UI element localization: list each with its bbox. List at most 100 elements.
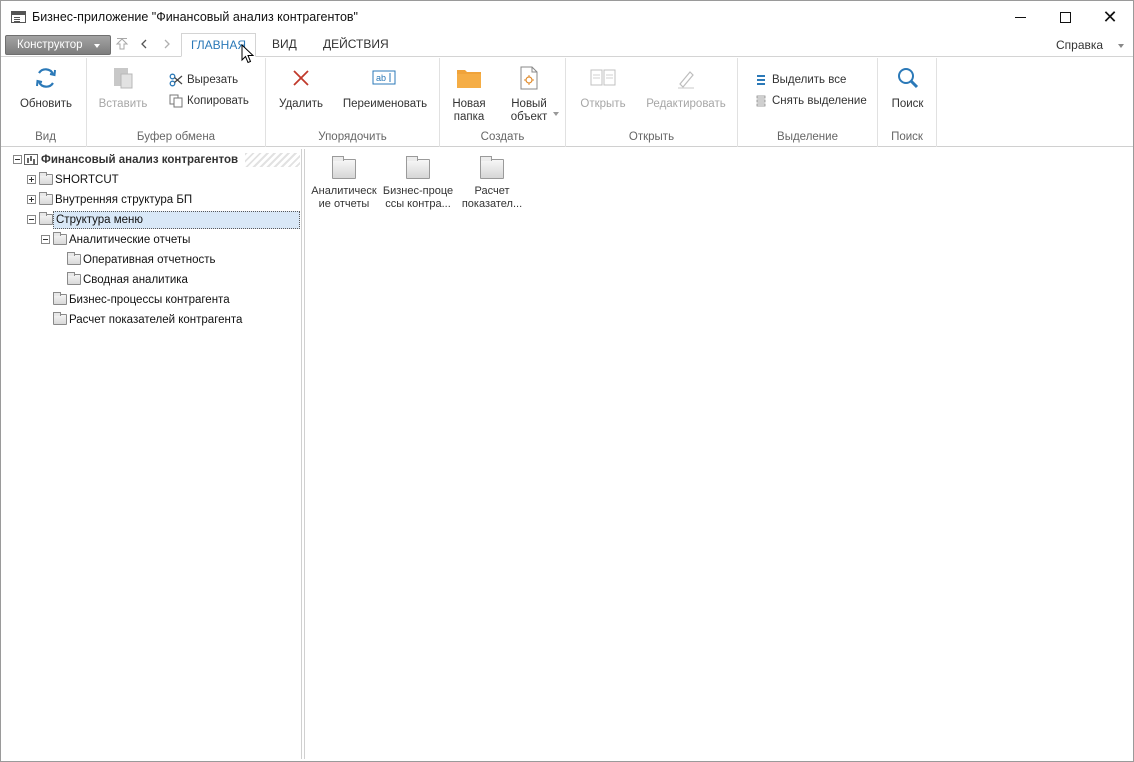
rename-label: Переименовать bbox=[342, 98, 428, 110]
edit-button[interactable]: Редактировать bbox=[642, 64, 730, 111]
content-tile-indicator-calculation[interactable]: Расчет показател... bbox=[455, 155, 529, 211]
group-label-search: Поиск bbox=[891, 131, 923, 143]
content-tile-analytic-reports[interactable]: Аналитическ ие отчеты bbox=[307, 155, 381, 211]
refresh-icon bbox=[32, 64, 60, 92]
search-icon bbox=[894, 64, 922, 92]
close-button[interactable]: ✕ bbox=[1087, 1, 1133, 33]
folder-icon bbox=[67, 272, 81, 285]
open-label: Открыть bbox=[580, 98, 626, 110]
tree-item-label: Структура меню bbox=[53, 211, 300, 229]
folder-icon bbox=[39, 212, 53, 225]
svg-text:ab: ab bbox=[376, 73, 386, 83]
group-label-view: Вид bbox=[35, 131, 56, 143]
group-label-organize: Упорядочить bbox=[318, 131, 387, 143]
ribbon: Обновить Вид Вставить Вырезать Копироват… bbox=[1, 58, 1133, 147]
collapse-icon[interactable] bbox=[27, 215, 36, 224]
tab-view[interactable]: ВИД bbox=[260, 33, 309, 57]
expand-icon[interactable] bbox=[27, 175, 36, 184]
tree-item-summary-analytics[interactable]: Сводная аналитика bbox=[5, 270, 300, 290]
new-object-label-2: объект bbox=[510, 111, 548, 123]
cut-label: Вырезать bbox=[187, 74, 239, 86]
ribbon-group-organize: Удалить ab Переименовать Упорядочить bbox=[266, 58, 440, 147]
refresh-button[interactable]: Обновить bbox=[15, 64, 77, 111]
open-button[interactable]: Открыть bbox=[572, 64, 634, 111]
tree-item-internal-structure[interactable]: Внутренняя структура БП bbox=[5, 190, 300, 210]
new-folder-label-2: папка bbox=[453, 111, 485, 123]
tree-item-analytic-reports[interactable]: Аналитические отчеты bbox=[5, 230, 300, 250]
new-object-label-1: Новый bbox=[511, 98, 547, 110]
minimize-button[interactable] bbox=[997, 1, 1043, 33]
paste-button[interactable]: Вставить bbox=[93, 64, 153, 111]
folder-icon bbox=[406, 156, 430, 179]
tree-root[interactable]: Финансовый анализ контрагентов bbox=[5, 150, 300, 170]
deselect-icon bbox=[754, 94, 768, 108]
collapse-icon[interactable] bbox=[41, 235, 50, 244]
arrow-up-icon[interactable] bbox=[114, 37, 130, 53]
chevron-down-icon[interactable] bbox=[553, 112, 559, 116]
copy-button[interactable]: Копировать bbox=[169, 93, 249, 109]
tab-actions[interactable]: ДЕЙСТВИЯ bbox=[311, 33, 401, 57]
paste-label: Вставить bbox=[98, 98, 148, 110]
root-hatch-decoration bbox=[245, 153, 300, 167]
select-all-label: Выделить все bbox=[772, 74, 847, 86]
title-bar: Бизнес-приложение "Финансовый анализ кон… bbox=[1, 1, 1133, 33]
constructor-menu-button[interactable]: Конструктор bbox=[5, 35, 111, 55]
folder-icon bbox=[332, 156, 356, 179]
help-menu[interactable]: Справка bbox=[1056, 38, 1103, 52]
open-book-icon bbox=[589, 64, 617, 92]
tile-label-line-2: ссы контра... bbox=[385, 198, 451, 210]
ribbon-group-search: Поиск Поиск bbox=[878, 58, 937, 147]
tile-label-line-2: ие отчеты bbox=[318, 198, 370, 210]
tree-root-label: Финансовый анализ контрагентов bbox=[41, 154, 239, 166]
content-tile-business-processes[interactable]: Бизнес-проце ссы контра... bbox=[381, 155, 455, 211]
constructor-label: Конструктор bbox=[17, 39, 83, 51]
copy-icon bbox=[169, 94, 183, 108]
mouse-cursor-icon bbox=[241, 43, 255, 64]
group-label-clipboard: Буфер обмена bbox=[136, 131, 216, 143]
delete-x-icon bbox=[287, 64, 315, 92]
collapse-icon[interactable] bbox=[13, 155, 22, 164]
tree-item-label: Внутренняя структура БП bbox=[55, 194, 193, 206]
ribbon-group-selection: Выделить все Снять выделение Выделение bbox=[738, 58, 878, 147]
new-object-button[interactable]: Новый объект bbox=[504, 64, 554, 124]
tree-item-label: Бизнес-процессы контрагента bbox=[69, 294, 230, 306]
maximize-button[interactable] bbox=[1042, 1, 1088, 33]
tree-item-shortcut[interactable]: SHORTCUT bbox=[5, 170, 300, 190]
tree-item-label: SHORTCUT bbox=[55, 174, 119, 186]
folder-icon bbox=[455, 64, 483, 92]
rename-button[interactable]: ab Переименовать bbox=[338, 64, 432, 111]
tree-item-operational-reporting[interactable]: Оперативная отчетность bbox=[5, 250, 300, 270]
folder-icon bbox=[53, 292, 67, 305]
tree-item-label: Оперативная отчетность bbox=[83, 254, 216, 266]
cut-button[interactable]: Вырезать bbox=[169, 72, 238, 88]
group-label-selection: Выделение bbox=[777, 131, 838, 143]
new-folder-button[interactable]: Новая папка bbox=[446, 64, 492, 124]
deselect-button[interactable]: Снять выделение bbox=[754, 93, 867, 109]
repository-icon bbox=[24, 154, 38, 165]
app-window: Бизнес-приложение "Финансовый анализ кон… bbox=[0, 0, 1134, 762]
navigation-tree: Финансовый анализ контрагентов SHORTCUT … bbox=[5, 149, 302, 759]
ribbon-group-clipboard: Вставить Вырезать Копировать Буфер обмен… bbox=[87, 58, 266, 147]
ribbon-tab-row: Конструктор ГЛАВНАЯ ВИД ДЕЙСТВИЯ Справка bbox=[1, 33, 1133, 57]
tree-item-menu-structure[interactable]: Структура меню bbox=[5, 210, 300, 230]
maximize-icon bbox=[1059, 11, 1071, 23]
tile-label-line-2: показател... bbox=[461, 198, 523, 210]
search-button[interactable]: Поиск bbox=[884, 64, 931, 111]
select-all-icon bbox=[754, 73, 768, 87]
select-all-button[interactable]: Выделить все bbox=[754, 72, 846, 88]
back-arrow-icon[interactable] bbox=[136, 37, 152, 53]
folder-icon bbox=[53, 232, 67, 245]
group-label-create: Создать bbox=[480, 131, 525, 143]
delete-button[interactable]: Удалить bbox=[274, 64, 328, 111]
ribbon-group-view: Обновить Вид bbox=[5, 58, 87, 147]
tree-item-business-processes[interactable]: Бизнес-процессы контрагента bbox=[5, 290, 300, 310]
refresh-label: Обновить bbox=[19, 98, 73, 110]
window-title: Бизнес-приложение "Финансовый анализ кон… bbox=[32, 10, 358, 24]
chevron-down-icon[interactable] bbox=[1118, 44, 1124, 48]
tree-item-indicator-calculation[interactable]: Расчет показателей контрагента bbox=[5, 310, 300, 330]
tile-label-line-1: Бизнес-проце bbox=[382, 185, 454, 197]
expand-icon[interactable] bbox=[27, 195, 36, 204]
forward-arrow-icon[interactable] bbox=[159, 37, 175, 53]
ribbon-group-create: Новая папка Новый объект Создать bbox=[440, 58, 566, 147]
edit-label: Редактировать bbox=[646, 98, 726, 110]
